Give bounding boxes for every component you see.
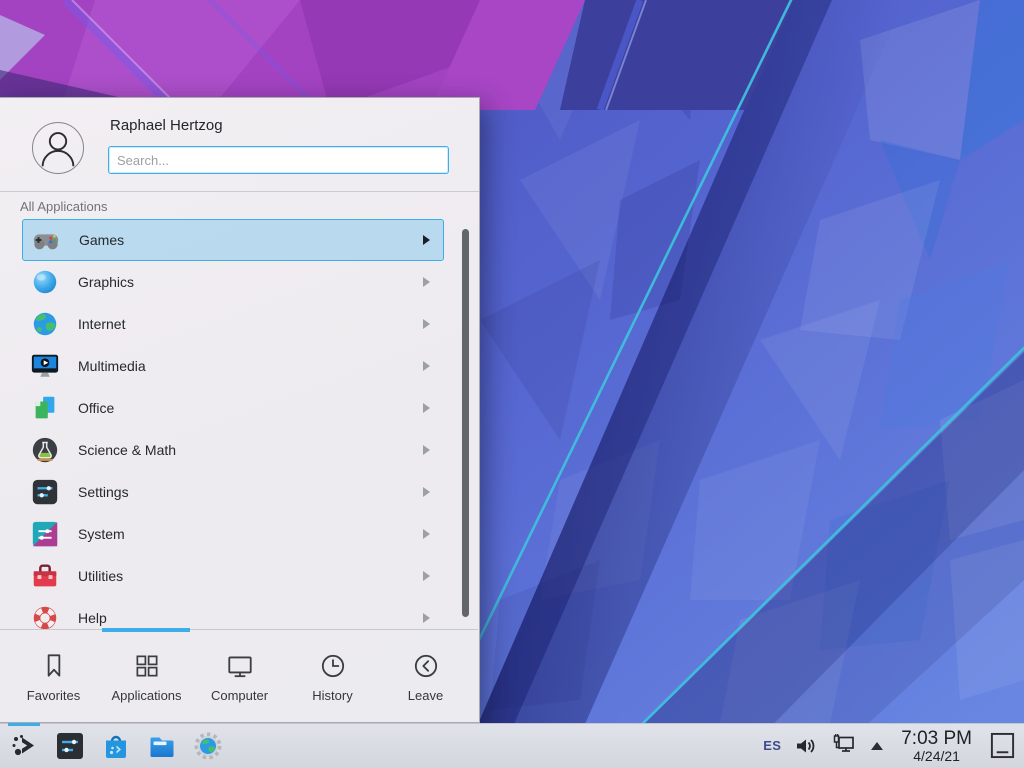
- launcher-header: Raphael Hertzog: [0, 98, 479, 191]
- globe-gear-icon: [193, 731, 223, 761]
- discover-bag-icon: [101, 731, 131, 761]
- submenu-arrow-icon: [423, 277, 430, 287]
- category-label: Graphics: [78, 274, 134, 290]
- category-label: Science & Math: [78, 442, 176, 458]
- category-internet[interactable]: Internet: [0, 303, 478, 345]
- tray-expand-caret-icon[interactable]: [870, 741, 884, 751]
- category-games[interactable]: Games: [22, 219, 444, 261]
- category-label: Office: [78, 400, 114, 416]
- category-label: Multimedia: [78, 358, 146, 374]
- tab-label: Favorites: [27, 688, 80, 703]
- flask-icon: [30, 435, 60, 465]
- category-label: Help: [78, 610, 107, 626]
- list-scrollbar[interactable]: [462, 229, 469, 617]
- submenu-arrow-icon: [423, 445, 430, 455]
- tab-applications[interactable]: Applications: [100, 630, 193, 722]
- category-label: System: [78, 526, 125, 542]
- keyboard-layout-indicator[interactable]: ES: [763, 738, 781, 753]
- kde-launcher-icon: [9, 731, 39, 761]
- submenu-arrow-icon: [423, 571, 430, 581]
- submenu-arrow-icon: [423, 487, 430, 497]
- section-label: All Applications: [20, 199, 107, 214]
- leave-icon: [411, 651, 441, 681]
- tab-label: Leave: [408, 688, 443, 703]
- monitor-icon: [225, 651, 255, 681]
- user-avatar: [32, 122, 84, 174]
- digital-clock[interactable]: 7:03 PM 4/24/21: [897, 729, 976, 763]
- system-sliders-icon: [30, 519, 60, 549]
- tab-label: History: [312, 688, 352, 703]
- tab-history[interactable]: History: [286, 630, 379, 722]
- header-divider: [0, 191, 479, 192]
- sphere-icon: [30, 267, 60, 297]
- search-input[interactable]: [108, 146, 449, 174]
- network-icon[interactable]: [831, 733, 857, 759]
- monitor-play-icon: [30, 351, 60, 381]
- system-tweaks-button[interactable]: [55, 731, 85, 761]
- category-utilities[interactable]: Utilities: [0, 555, 478, 597]
- taskbar-panel: ES 7:03 PM 4/24/21: [0, 723, 1024, 768]
- application-category-list: Games Graphics: [0, 219, 478, 631]
- gamepad-icon: [31, 225, 61, 255]
- discover-store-button[interactable]: [101, 731, 131, 761]
- user-name: Raphael Hertzog: [110, 117, 223, 134]
- tab-computer[interactable]: Computer: [193, 630, 286, 722]
- show-desktop-button[interactable]: [989, 730, 1016, 761]
- category-label: Games: [79, 232, 124, 248]
- lifebuoy-icon: [30, 603, 60, 631]
- submenu-arrow-icon: [423, 613, 430, 623]
- submenu-arrow-icon: [423, 529, 430, 539]
- category-system[interactable]: System: [0, 513, 478, 555]
- tab-favorites[interactable]: Favorites: [7, 630, 100, 722]
- tab-leave[interactable]: Leave: [379, 630, 472, 722]
- submenu-arrow-icon: [423, 403, 430, 413]
- bookmark-icon: [39, 651, 69, 681]
- application-launcher-popup: Raphael Hertzog All Applications Games: [0, 97, 480, 723]
- category-label: Internet: [78, 316, 125, 332]
- category-office[interactable]: Office: [0, 387, 478, 429]
- category-help[interactable]: Help: [0, 597, 478, 631]
- clock-date: 4/24/21: [901, 749, 972, 763]
- folder-icon: [147, 731, 177, 761]
- category-settings[interactable]: Settings: [0, 471, 478, 513]
- documents-icon: [30, 393, 60, 423]
- category-graphics[interactable]: Graphics: [0, 261, 478, 303]
- globe-icon: [30, 309, 60, 339]
- grid-icon: [132, 651, 162, 681]
- app-launcher-button[interactable]: [9, 731, 39, 761]
- clock-icon: [318, 651, 348, 681]
- launcher-tabbar: Favorites Applications: [0, 629, 478, 722]
- category-label: Settings: [78, 484, 129, 500]
- file-manager-button[interactable]: [147, 731, 177, 761]
- submenu-arrow-icon: [423, 235, 430, 245]
- sliders-icon: [30, 477, 60, 507]
- toolbox-icon: [30, 561, 60, 591]
- category-science-math[interactable]: Science & Math: [0, 429, 478, 471]
- clock-time: 7:03 PM: [901, 729, 972, 748]
- category-multimedia[interactable]: Multimedia: [0, 345, 478, 387]
- tweaks-icon: [55, 731, 85, 761]
- submenu-arrow-icon: [423, 319, 430, 329]
- submenu-arrow-icon: [423, 361, 430, 371]
- tab-label: Computer: [211, 688, 268, 703]
- category-label: Utilities: [78, 568, 123, 584]
- desktop: Raphael Hertzog All Applications Games: [0, 0, 1024, 768]
- tab-label: Applications: [111, 688, 181, 703]
- volume-icon[interactable]: [794, 734, 818, 758]
- person-icon: [33, 123, 83, 173]
- web-globe-app-button[interactable]: [193, 731, 223, 761]
